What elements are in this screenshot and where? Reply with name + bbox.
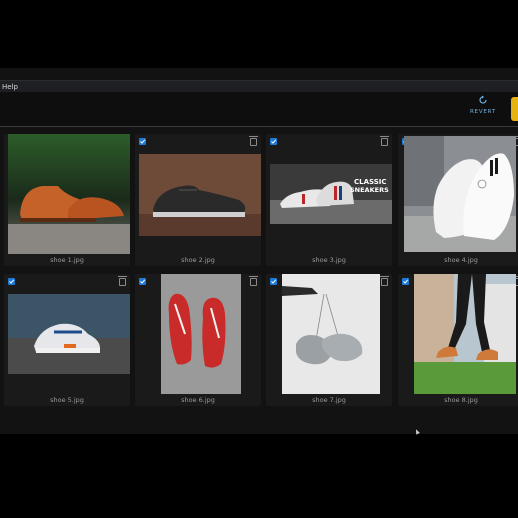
tile-image: [161, 274, 241, 394]
image-grid: shoe 1.jpg shoe 2.jpg CLASSIC SNEAKERS s…: [0, 130, 518, 420]
gallery-tile[interactable]: shoe 8.jpg: [398, 274, 518, 406]
shoe-photo-5: [8, 294, 130, 374]
select-checkbox[interactable]: [139, 138, 146, 145]
tile-image: [414, 274, 516, 394]
tile-caption: shoe 2.jpg: [181, 256, 215, 264]
check-icon: [140, 279, 146, 284]
revert-label: REVERT: [469, 109, 497, 115]
delete-icon[interactable]: [118, 276, 127, 286]
select-checkbox[interactable]: [139, 278, 146, 285]
overlay-title-1: CLASSIC: [354, 178, 387, 186]
shoe-photo-4: [404, 136, 516, 252]
tile-caption: shoe 7.jpg: [312, 396, 346, 404]
shoe-photo-2: [139, 154, 261, 236]
delete-icon[interactable]: [380, 136, 389, 146]
shoe-photo-3: [270, 164, 392, 224]
tile-image: [282, 274, 380, 394]
gallery-tile[interactable]: shoe 4.jpg: [398, 134, 518, 266]
tile-image: CLASSIC SNEAKERS: [270, 164, 392, 224]
select-checkbox[interactable]: [270, 138, 277, 145]
delete-icon[interactable]: [249, 136, 258, 146]
select-checkbox[interactable]: [8, 278, 15, 285]
gallery-tile[interactable]: shoe 2.jpg: [135, 134, 261, 266]
primary-action-button[interactable]: [511, 97, 518, 121]
tile-image: [8, 294, 130, 374]
revert-button[interactable]: REVERT: [466, 95, 500, 115]
check-icon: [403, 279, 409, 284]
select-checkbox[interactable]: [402, 278, 409, 285]
shoe-photo-6: [161, 274, 241, 394]
shoe-photo-7: [282, 274, 380, 394]
tile-image: [404, 136, 516, 252]
tile-image: [139, 154, 261, 236]
app-window: Help REVERT shoe 1.jpg shoe 2.jpg CLASSI…: [0, 68, 518, 434]
gallery-tile[interactable]: shoe 1.jpg: [4, 134, 130, 266]
shoe-photo-1: [8, 134, 130, 254]
gallery-tile[interactable]: shoe 5.jpg: [4, 274, 130, 406]
gallery-tile[interactable]: shoe 7.jpg: [266, 274, 392, 406]
shoe-photo-8: [414, 274, 516, 394]
overlay-title-2: SNEAKERS: [350, 186, 389, 194]
tile-image: [8, 134, 130, 254]
check-icon: [271, 279, 277, 284]
tile-caption: shoe 5.jpg: [50, 396, 84, 404]
tile-caption: shoe 8.jpg: [444, 396, 478, 404]
tile-caption: shoe 1.jpg: [50, 256, 84, 264]
delete-icon[interactable]: [249, 276, 258, 286]
gallery-tile[interactable]: CLASSIC SNEAKERS shoe 3.jpg: [266, 134, 392, 266]
tile-caption: shoe 3.jpg: [312, 256, 346, 264]
revert-icon: [479, 95, 487, 104]
check-icon: [271, 139, 277, 144]
gallery-tile[interactable]: shoe 6.jpg: [135, 274, 261, 406]
tile-caption: shoe 6.jpg: [181, 396, 215, 404]
toolbar: REVERT: [0, 92, 518, 127]
check-icon: [9, 279, 15, 284]
tile-caption: shoe 4.jpg: [444, 256, 478, 264]
check-icon: [140, 139, 146, 144]
select-checkbox[interactable]: [270, 278, 277, 285]
delete-icon[interactable]: [380, 276, 389, 286]
